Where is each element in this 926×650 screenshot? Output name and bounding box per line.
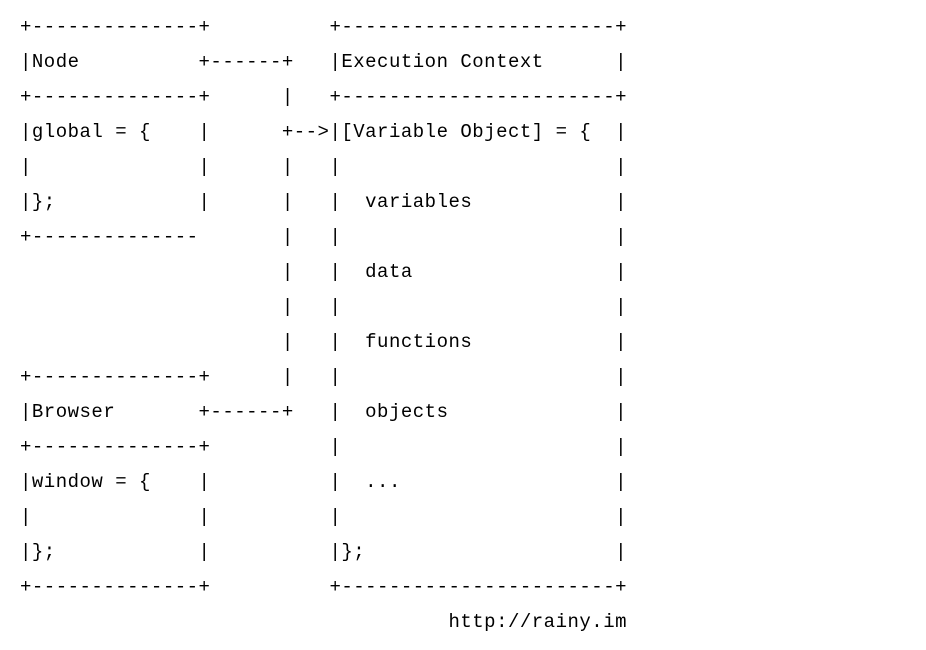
- diagram-line: +-------------- | | |: [20, 226, 627, 248]
- diagram-line: | | functions |: [20, 331, 627, 353]
- diagram-line: |global = { | +-->|[Variable Object] = {…: [20, 121, 627, 143]
- footer-url: http://rainy.im: [20, 611, 627, 633]
- diagram-line: | | | |: [20, 506, 627, 528]
- diagram-line: |Node +------+ |Execution Context |: [20, 51, 627, 73]
- diagram-line: |Browser +------+ | objects |: [20, 401, 627, 423]
- diagram-line: |}; | |}; |: [20, 541, 627, 563]
- diagram-line: +--------------+ +----------------------…: [20, 16, 627, 38]
- diagram-line: +--------------+ +----------------------…: [20, 576, 627, 598]
- ascii-diagram: +--------------+ +----------------------…: [0, 0, 926, 650]
- diagram-line: | | |: [20, 296, 627, 318]
- diagram-line: +--------------+ | +--------------------…: [20, 86, 627, 108]
- diagram-line: | | | | |: [20, 156, 627, 178]
- diagram-line: | | data |: [20, 261, 627, 283]
- diagram-line: +--------------+ | | |: [20, 366, 627, 388]
- diagram-line: |window = { | | ... |: [20, 471, 627, 493]
- diagram-line: +--------------+ | |: [20, 436, 627, 458]
- diagram-line: |}; | | | variables |: [20, 191, 627, 213]
